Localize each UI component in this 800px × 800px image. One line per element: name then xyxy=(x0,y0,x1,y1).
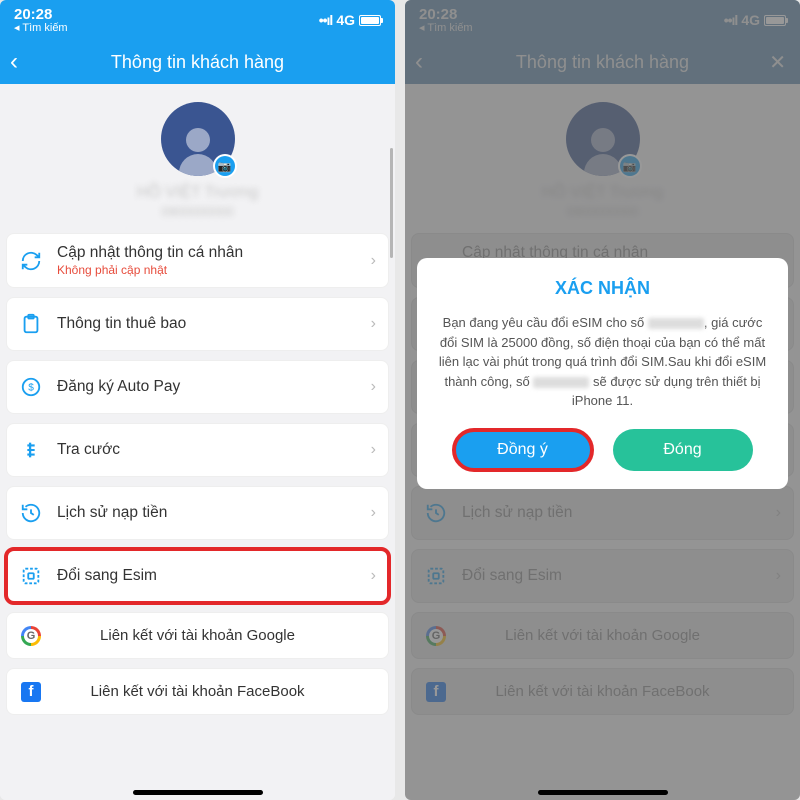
facebook-icon: f xyxy=(19,680,43,704)
redacted-phone xyxy=(533,377,589,388)
content-area: 📷 HỒ VIỆT Trương 0900000000 Cập nhật thô… xyxy=(0,84,395,800)
home-indicator[interactable] xyxy=(133,790,263,795)
chevron-right-icon: › xyxy=(371,378,376,396)
svg-text:$: $ xyxy=(28,383,34,394)
row-label: Thông tin thuê bao xyxy=(57,315,371,333)
row-label: Đổi sang Esim xyxy=(57,567,371,585)
agree-button[interactable]: Đồng ý xyxy=(453,429,593,471)
phone-screen-left: 20:28 ◂ Tìm kiếm ••ıl 4G ‹ Thông tin khá… xyxy=(0,0,395,800)
google-icon xyxy=(19,624,43,648)
row-label: Đăng ký Auto Pay xyxy=(57,378,371,396)
chevron-right-icon: › xyxy=(371,504,376,522)
battery-icon xyxy=(359,15,381,26)
row-topup-history[interactable]: Lịch sử nạp tiền › xyxy=(6,486,389,540)
nav-bar: ‹ Thông tin khách hàng xyxy=(0,40,395,84)
menu-list: Cập nhật thông tin cá nhân Không phải cậ… xyxy=(0,233,395,715)
home-indicator[interactable] xyxy=(538,790,668,795)
network-label: 4G xyxy=(336,12,355,28)
chevron-right-icon: › xyxy=(371,567,376,585)
clipboard-icon xyxy=(19,312,43,336)
row-link-facebook[interactable]: f Liên kết với tài khoản FaceBook xyxy=(6,668,389,715)
modal-message: Bạn đang yêu cầu đổi eSIM cho số , giá c… xyxy=(433,313,772,411)
sim-icon xyxy=(19,564,43,588)
row-label: Cập nhật thông tin cá nhân xyxy=(57,244,371,262)
row-label: Tra cước xyxy=(57,441,371,459)
chevron-right-icon: › xyxy=(371,315,376,333)
row-sub-info[interactable]: Thông tin thuê bao › xyxy=(6,297,389,351)
status-bar: 20:28 ◂ Tìm kiếm ••ıl 4G xyxy=(0,0,395,40)
phone-screen-right: 20:28 ◂ Tìm kiếm ••ıl 4G ‹ Thông tin khá… xyxy=(405,0,800,800)
row-sublabel: Không phải cập nhật xyxy=(57,263,371,277)
modal-title: XÁC NHẬN xyxy=(433,278,772,299)
close-button[interactable]: Đóng xyxy=(613,429,753,471)
row-label: Liên kết với tài khoản Google xyxy=(19,627,376,644)
refresh-icon xyxy=(19,249,43,273)
row-label: Liên kết với tài khoản FaceBook xyxy=(19,683,376,700)
chevron-right-icon: › xyxy=(371,441,376,459)
page-title: Thông tin khách hàng xyxy=(111,52,284,73)
row-autopay[interactable]: $ Đăng ký Auto Pay › xyxy=(6,360,389,414)
signal-icon: ••ıl xyxy=(319,12,333,28)
redacted-phone xyxy=(648,318,704,329)
autopay-icon: $ xyxy=(19,375,43,399)
status-search-hint[interactable]: ◂ Tìm kiếm xyxy=(14,21,68,34)
camera-icon[interactable]: 📷 xyxy=(215,156,235,176)
row-charges[interactable]: Tra cước › xyxy=(6,423,389,477)
chevron-right-icon: › xyxy=(371,252,376,270)
profile-phone: 0900000000 xyxy=(0,204,395,219)
history-icon xyxy=(19,501,43,525)
row-link-google[interactable]: Liên kết với tài khoản Google xyxy=(6,612,389,659)
row-update-info[interactable]: Cập nhật thông tin cá nhân Không phải cậ… xyxy=(6,233,389,288)
confirm-modal: XÁC NHẬN Bạn đang yêu cầu đổi eSIM cho s… xyxy=(417,258,788,489)
row-esim[interactable]: Đổi sang Esim › xyxy=(6,549,389,603)
scroll-indicator[interactable] xyxy=(390,148,393,258)
profile-name: HỒ VIỆT Trương xyxy=(0,184,395,202)
profile-section: 📷 HỒ VIỆT Trương 0900000000 xyxy=(0,84,395,233)
back-icon[interactable]: ‹ xyxy=(10,48,18,76)
row-label: Lịch sử nạp tiền xyxy=(57,504,371,522)
money-icon xyxy=(19,438,43,462)
